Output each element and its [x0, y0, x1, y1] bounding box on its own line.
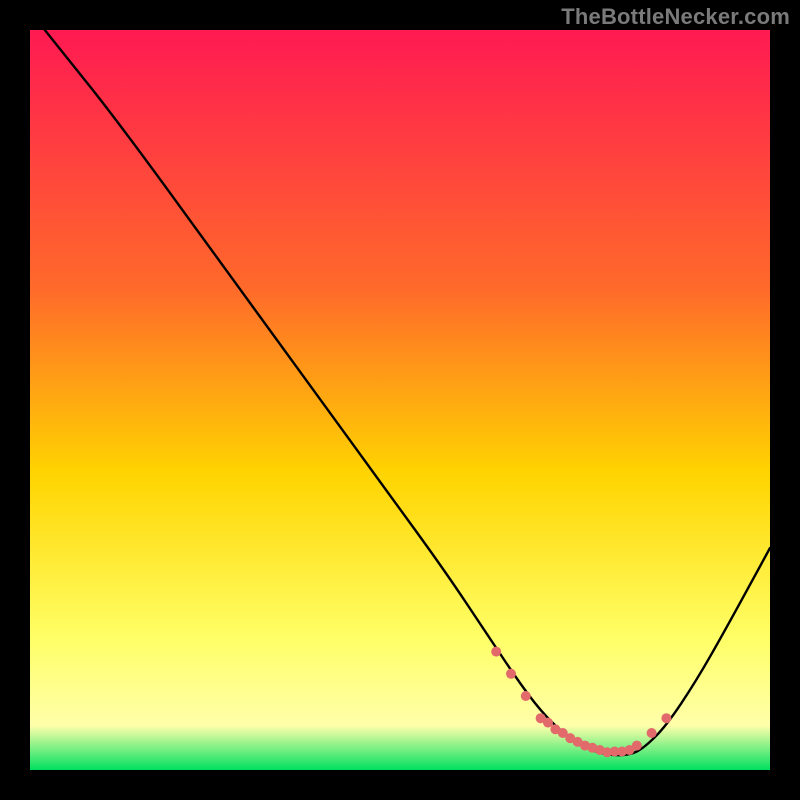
- attribution-text: TheBottleNecker.com: [561, 4, 790, 30]
- gradient-background: [30, 30, 770, 770]
- marker-dot: [632, 741, 642, 751]
- marker-dot: [506, 669, 516, 679]
- marker-dot: [661, 713, 671, 723]
- marker-dot: [647, 728, 657, 738]
- plot-area: [30, 30, 770, 770]
- chart-container: TheBottleNecker.com: [0, 0, 800, 800]
- chart-svg: [30, 30, 770, 770]
- marker-dot: [521, 691, 531, 701]
- marker-dot: [543, 718, 553, 728]
- marker-dot: [491, 647, 501, 657]
